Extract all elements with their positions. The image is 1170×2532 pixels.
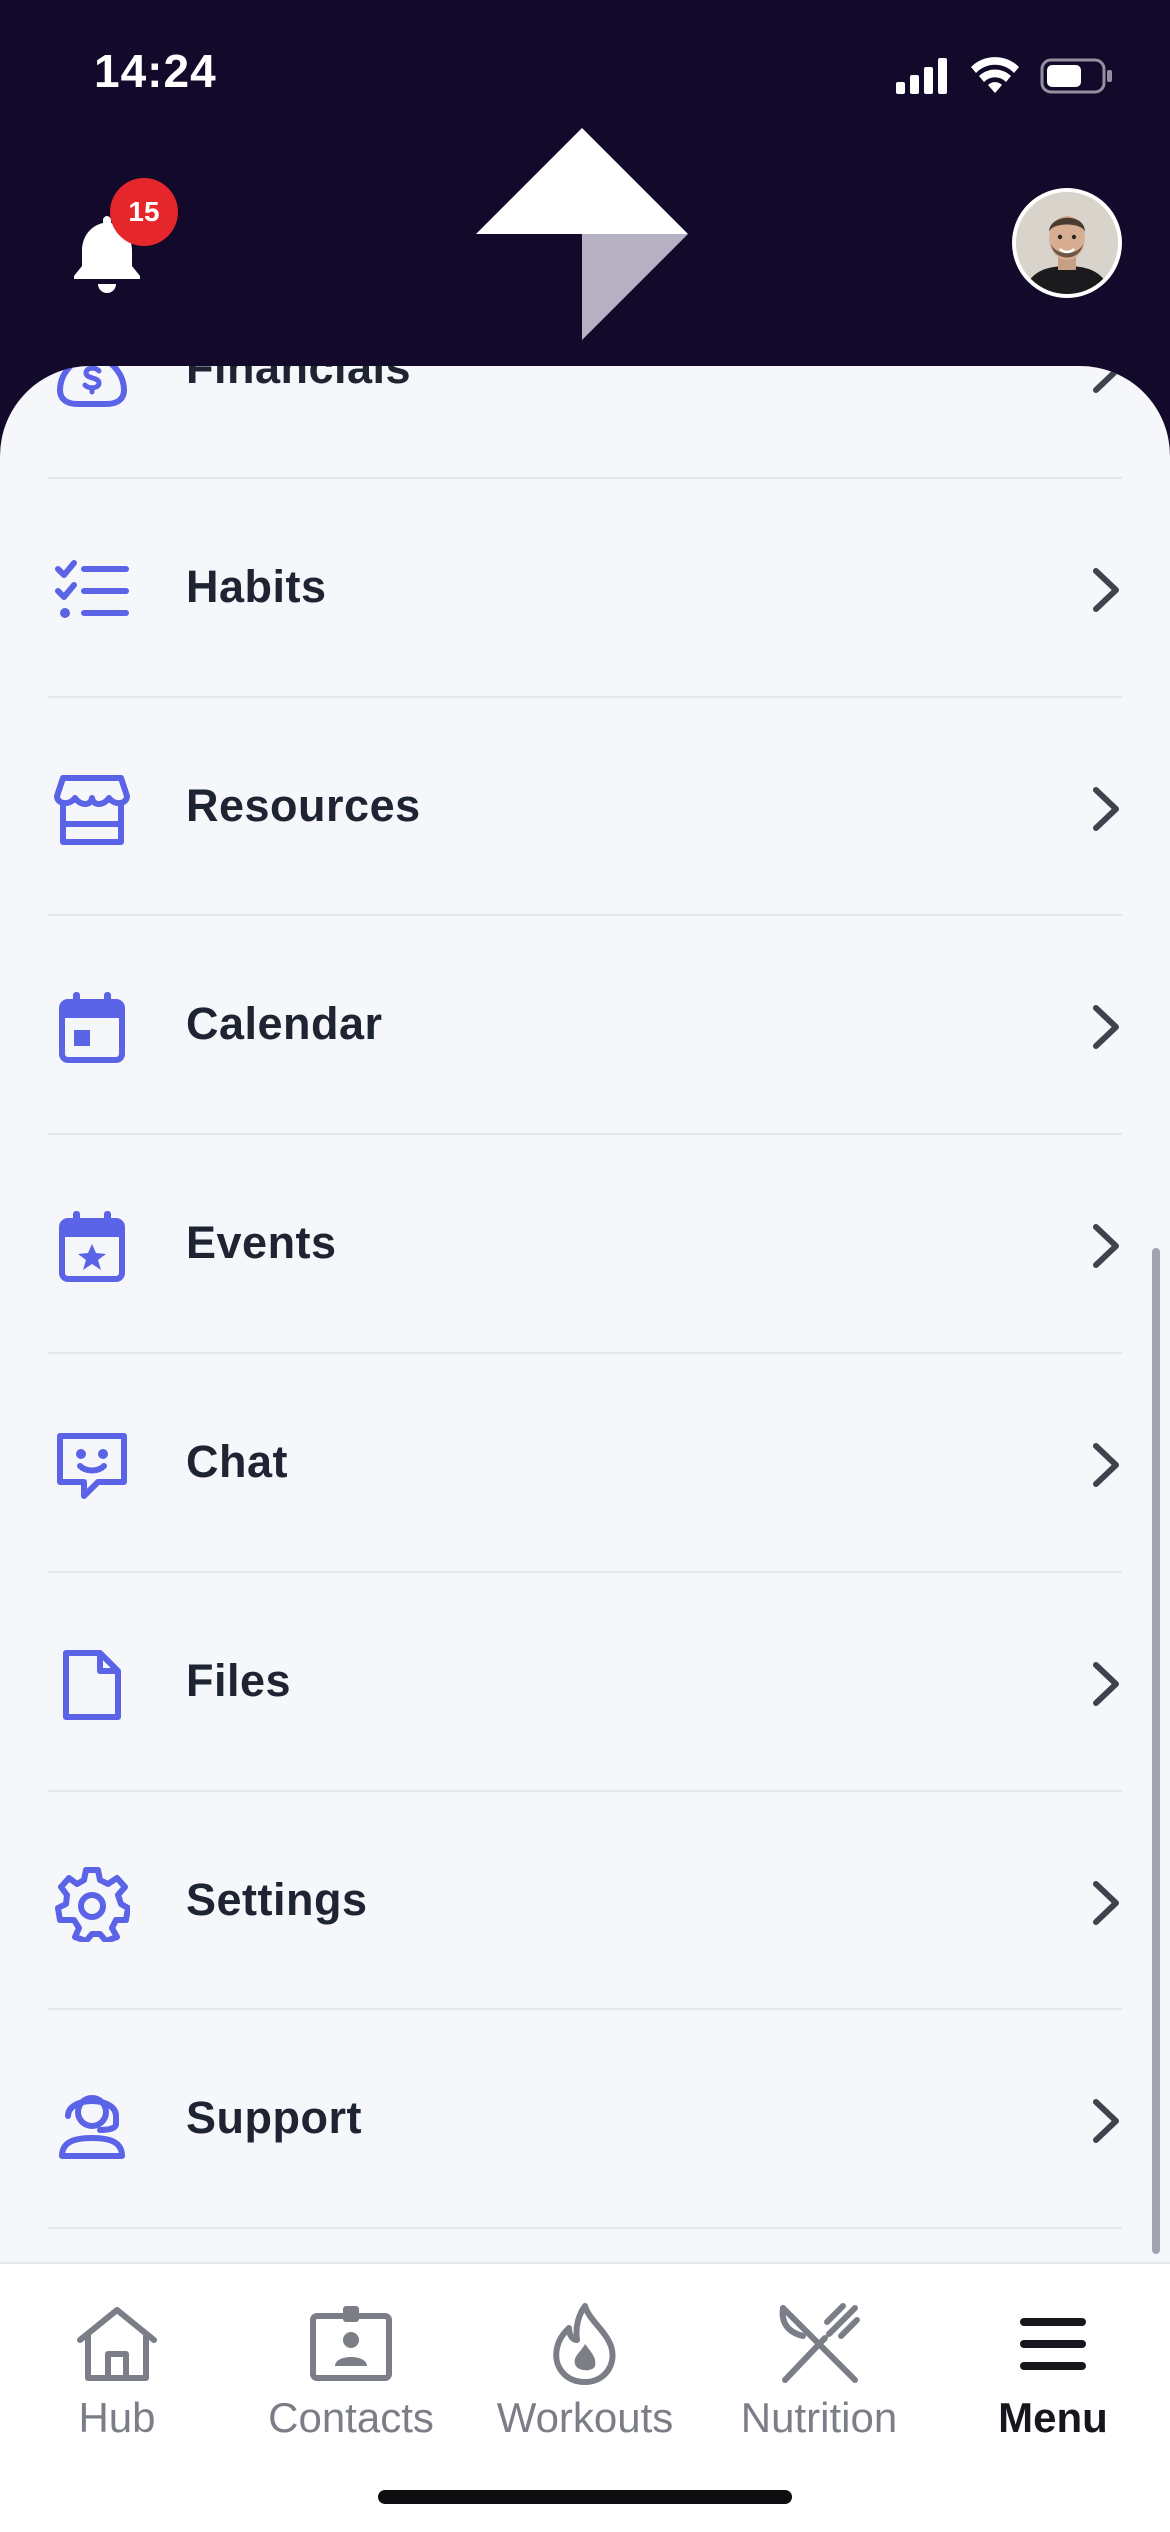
menu-item-settings[interactable]: Settings: [0, 1792, 1170, 2011]
tab-nutrition[interactable]: Nutrition: [702, 2264, 936, 2474]
divider: [48, 2227, 1122, 2230]
chevron-right-icon: [1093, 1005, 1119, 1050]
tab-hub[interactable]: Hub: [0, 2264, 234, 2474]
brand-logo: [476, 128, 688, 340]
gear-icon: [52, 1864, 132, 1944]
chevron-right-icon: [1093, 2099, 1119, 2144]
menu-list: Financials Habits Resources Calendar Eve…: [0, 366, 1170, 2230]
menu-item-habits[interactable]: Habits: [0, 479, 1170, 698]
calendar-icon: [52, 988, 132, 1068]
file-icon: [52, 1645, 132, 1725]
tab-workouts[interactable]: Workouts: [468, 2264, 702, 2474]
menu-item-label: Files: [186, 1654, 292, 1706]
cellular-signal-icon: [896, 58, 947, 94]
menu-item-support[interactable]: Support: [0, 2010, 1170, 2230]
fork-knife-icon: [769, 2294, 869, 2394]
calendar-star-icon: [52, 1207, 132, 1287]
menu-item-resources[interactable]: Resources: [0, 698, 1170, 917]
chevron-right-icon: [1093, 1661, 1119, 1706]
profile-avatar[interactable]: [1012, 188, 1122, 298]
status-icons: [896, 54, 1114, 98]
contact-card-icon: [301, 2294, 401, 2394]
wifi-icon: [971, 57, 1019, 93]
home-indicator[interactable]: [378, 2490, 792, 2504]
tab-label: Menu: [998, 2394, 1108, 2441]
headset-icon: [52, 2082, 132, 2162]
money-bag-icon: [52, 366, 132, 412]
store-icon: [52, 770, 132, 850]
tab-label: Workouts: [496, 2394, 674, 2441]
menu-item-files[interactable]: Files: [0, 1573, 1170, 1792]
menu-item-label: Settings: [186, 1873, 368, 1925]
menu-item-chat[interactable]: Chat: [0, 1354, 1170, 1573]
tab-label: Hub: [78, 2394, 156, 2441]
chat-smile-icon: [52, 1426, 132, 1506]
home-icon: [67, 2294, 167, 2394]
tab-label: Contacts: [268, 2394, 434, 2441]
menu-item-label: Habits: [186, 560, 327, 612]
menu-item-calendar[interactable]: Calendar: [0, 916, 1170, 1136]
menu-sheet: Financials Habits Resources Calendar Eve…: [0, 366, 1170, 2266]
flame-icon: [535, 2294, 635, 2394]
notification-badge: 15: [110, 178, 178, 246]
menu-item-label: Resources: [186, 779, 421, 831]
chevron-right-icon: [1093, 1880, 1119, 1925]
hamburger-icon: [1003, 2294, 1103, 2394]
status-time: 14:24: [94, 45, 217, 97]
menu-item-financials[interactable]: Financials: [0, 366, 1170, 479]
menu-item-events[interactable]: Events: [0, 1135, 1170, 1354]
tab-contacts[interactable]: Contacts: [234, 2264, 468, 2474]
menu-item-label: Financials: [186, 366, 412, 393]
avatar-photo: [1016, 192, 1118, 294]
battery-icon: [1040, 58, 1112, 94]
chevron-right-icon: [1093, 366, 1119, 393]
chevron-right-icon: [1093, 786, 1119, 831]
scrollbar[interactable]: [1152, 1248, 1160, 2254]
checklist-icon: [52, 551, 132, 631]
chevron-right-icon: [1093, 1224, 1119, 1269]
chevron-right-icon: [1093, 567, 1119, 612]
menu-item-label: Events: [186, 1217, 337, 1269]
tab-label: Nutrition: [740, 2394, 898, 2441]
app-screen: 14:24 15 Financials Habits Resources Cal…: [0, 0, 1170, 2532]
menu-item-label: Calendar: [186, 998, 383, 1050]
menu-item-label: Support: [186, 2092, 362, 2144]
tab-menu[interactable]: Menu: [936, 2264, 1170, 2474]
menu-item-label: Chat: [186, 1435, 288, 1487]
chevron-right-icon: [1093, 1442, 1119, 1487]
app-header: 15: [0, 128, 1170, 370]
